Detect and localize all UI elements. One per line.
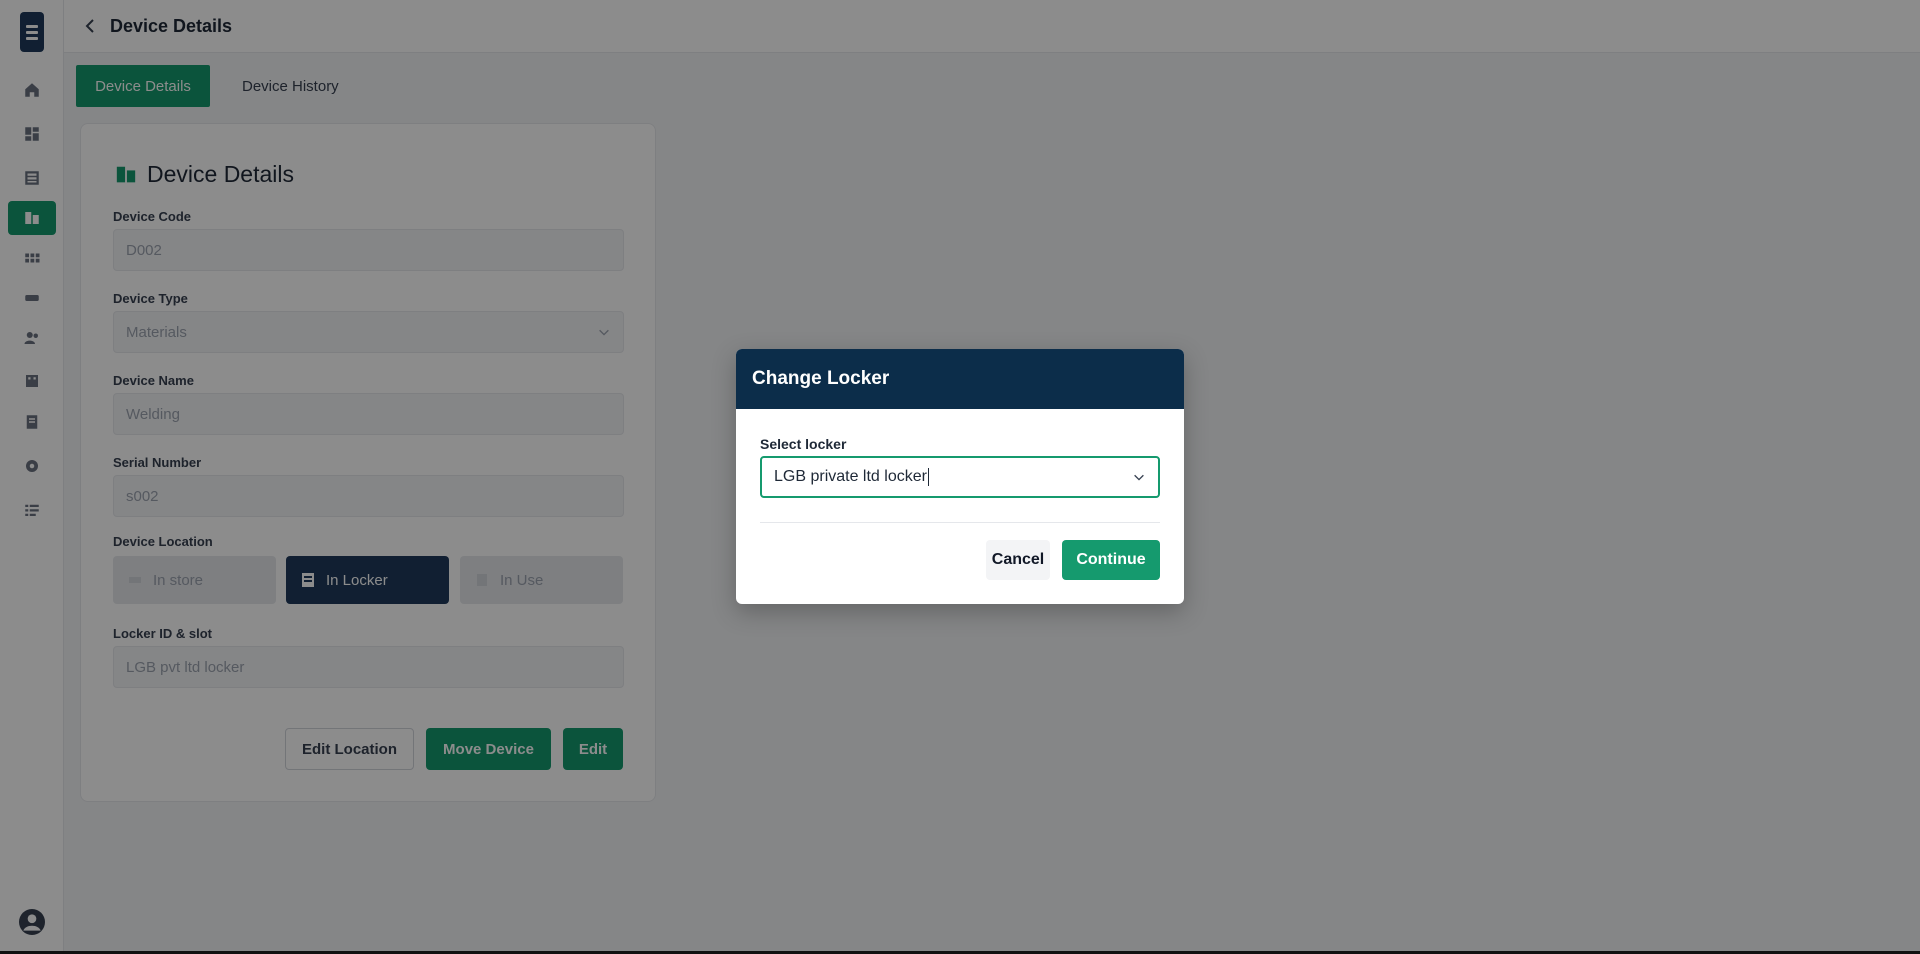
locker-select-value: LGB private ltd locker (774, 468, 927, 486)
continue-button[interactable]: Continue (1062, 540, 1160, 580)
locker-select[interactable]: LGB private ltd locker (760, 456, 1160, 498)
change-locker-modal: Change Locker Select locker LGB private … (736, 349, 1184, 604)
modal-header: Change Locker (736, 349, 1184, 409)
select-locker-label: Select locker (760, 436, 847, 452)
modal-divider (760, 522, 1160, 523)
modal-title: Change Locker (752, 368, 890, 389)
cancel-button[interactable]: Cancel (986, 540, 1050, 580)
chevron-down-icon[interactable] (1132, 470, 1146, 484)
text-caret (927, 467, 929, 486)
